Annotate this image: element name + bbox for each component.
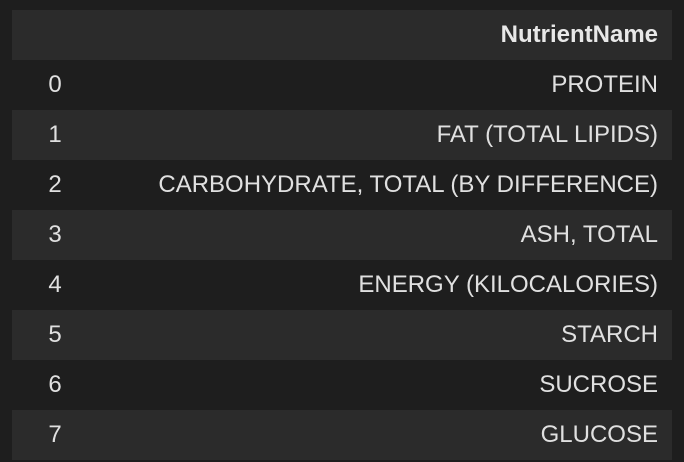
nutrient-name-cell: SUCROSE bbox=[539, 371, 658, 398]
dataframe-table: NutrientName 0 PROTEIN 1 FAT (TOTAL LIPI… bbox=[12, 10, 672, 460]
row-index: 0 bbox=[48, 71, 62, 98]
table-row: 2 CARBOHYDRATE, TOTAL (BY DIFFERENCE) bbox=[12, 160, 672, 210]
row-index: 1 bbox=[48, 121, 62, 148]
table-row: 1 FAT (TOTAL LIPIDS) bbox=[12, 110, 672, 160]
row-index: 7 bbox=[48, 421, 62, 448]
table-row: 7 GLUCOSE bbox=[12, 410, 672, 460]
header-row: NutrientName bbox=[12, 10, 672, 60]
nutrient-name-cell: ASH, TOTAL bbox=[520, 221, 658, 248]
row-index: 3 bbox=[48, 221, 62, 248]
table-row: 4 ENERGY (KILOCALORIES) bbox=[12, 260, 672, 310]
index-header bbox=[12, 10, 98, 60]
nutrient-name-cell: FAT (TOTAL LIPIDS) bbox=[436, 121, 658, 148]
table-row: 3 ASH, TOTAL bbox=[12, 210, 672, 260]
row-index: 6 bbox=[48, 371, 62, 398]
row-index: 4 bbox=[48, 271, 62, 298]
table-row: 0 PROTEIN bbox=[12, 60, 672, 110]
table-row: 6 SUCROSE bbox=[12, 360, 672, 410]
nutrient-name-cell: CARBOHYDRATE, TOTAL (BY DIFFERENCE) bbox=[158, 171, 658, 198]
row-index: 5 bbox=[48, 321, 62, 348]
nutrient-name-cell: ENERGY (KILOCALORIES) bbox=[358, 271, 658, 298]
nutrient-name-cell: GLUCOSE bbox=[540, 421, 658, 448]
row-index: 2 bbox=[48, 171, 62, 198]
table-row: 5 STARCH bbox=[12, 310, 672, 360]
nutrient-name-cell: STARCH bbox=[561, 321, 658, 348]
column-header-nutrientname: NutrientName bbox=[500, 21, 658, 48]
nutrient-name-cell: PROTEIN bbox=[551, 71, 658, 98]
table-header: NutrientName bbox=[12, 10, 672, 60]
table-body: 0 PROTEIN 1 FAT (TOTAL LIPIDS) 2 CARBOHY… bbox=[12, 60, 672, 460]
dataframe-output: NutrientName 0 PROTEIN 1 FAT (TOTAL LIPI… bbox=[0, 0, 684, 462]
